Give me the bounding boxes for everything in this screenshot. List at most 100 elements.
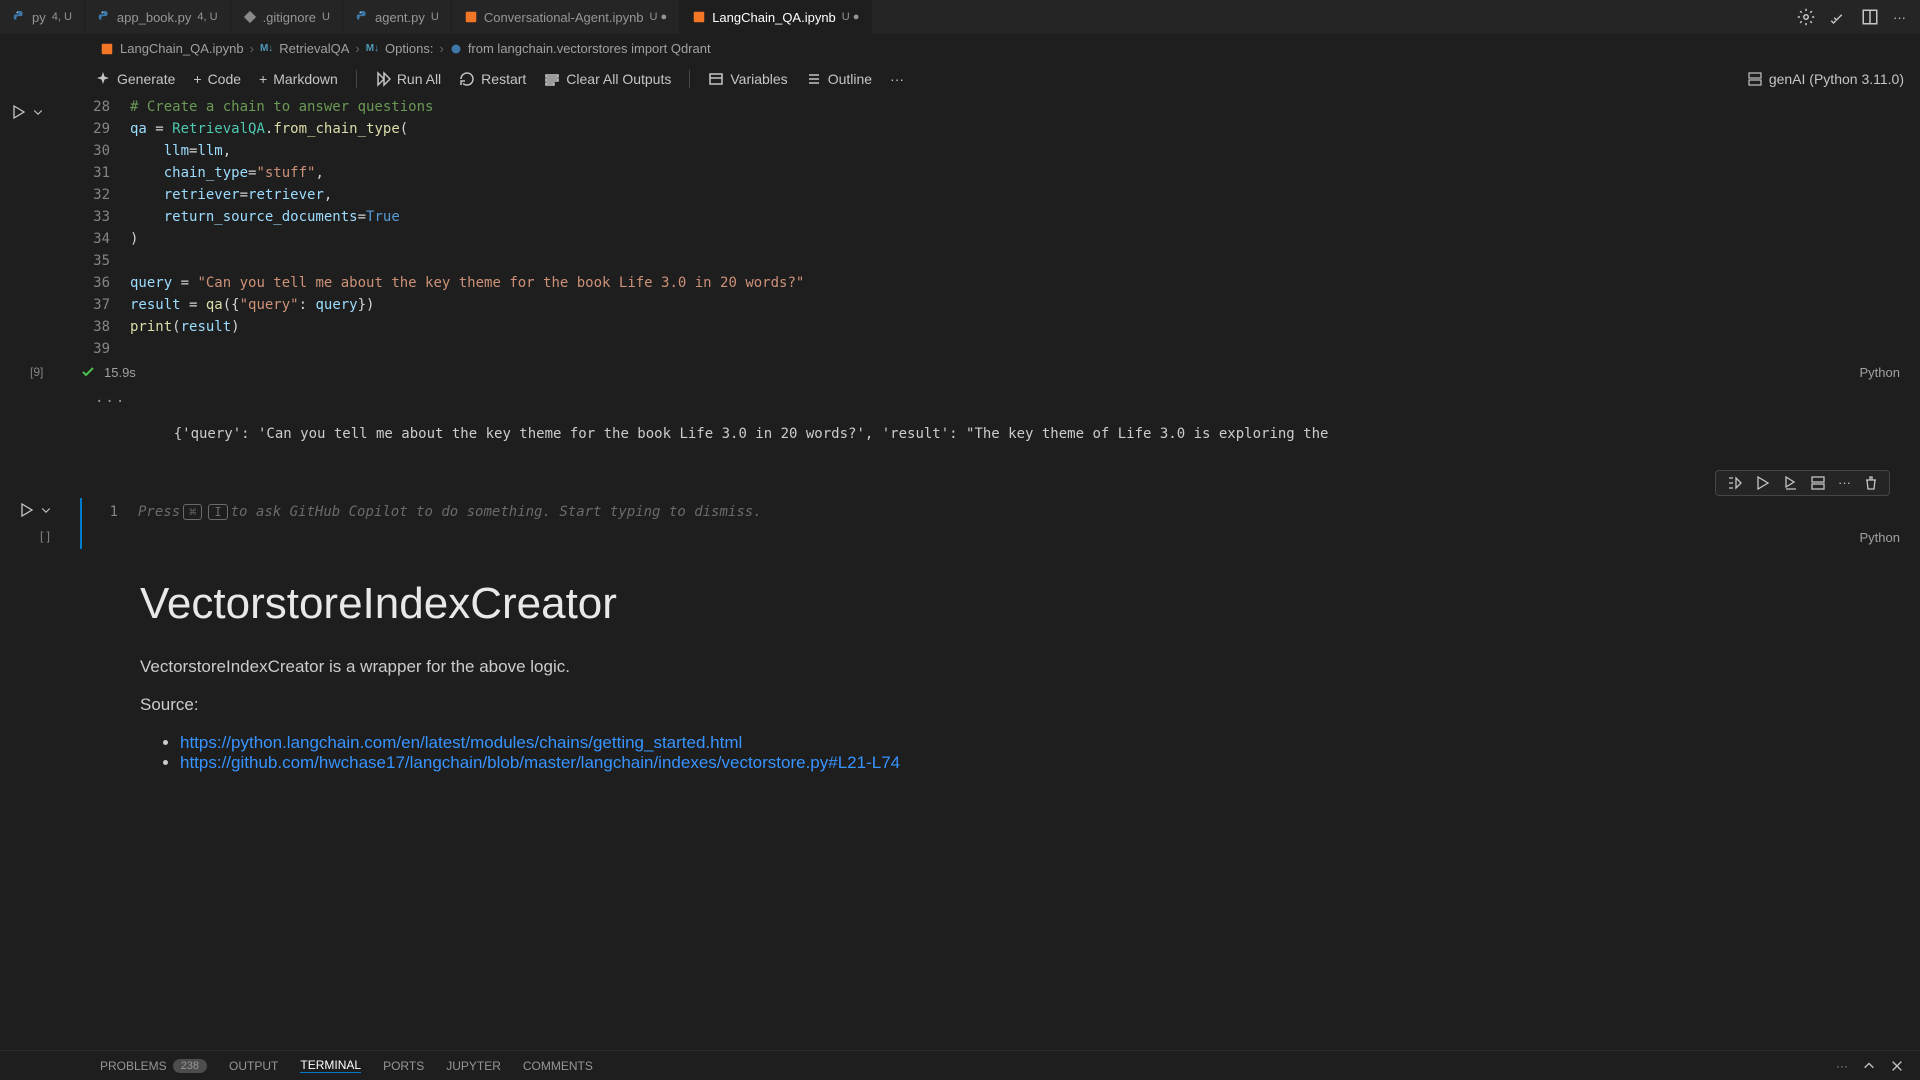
run-all-button[interactable]: Run All [375,71,441,87]
crumb-file[interactable]: LangChain_QA.ipynb [100,41,244,56]
close-icon[interactable] [1890,1059,1904,1073]
panel-tab-comments[interactable]: COMMENTS [523,1059,593,1073]
outline-icon [806,71,822,87]
split-icon[interactable] [1861,8,1879,26]
tab-badge: 4, U [197,11,217,23]
tab-label: py [32,10,46,25]
markdown-source-label: Source: [140,695,1850,715]
tab-badge: U [322,11,330,23]
markdown-paragraph: VectorstoreIndexCreator is a wrapper for… [140,657,1850,677]
tab-gitignore[interactable]: .gitignore U [231,0,343,34]
notebook-body: 28# Create a chain to answer questions29… [0,96,1920,793]
plus-icon: + [259,71,267,87]
panel-tab-ports[interactable]: PORTS [383,1059,424,1073]
outline-button[interactable]: Outline [806,71,872,87]
cell-status-bar: [9] 15.9s Python [80,360,1910,384]
tab-app-book[interactable]: app_book.py 4, U [85,0,231,34]
more-icon[interactable]: ··· [1836,1059,1848,1073]
markdown-cell[interactable]: VectorstoreIndexCreator VectorstoreIndex… [80,549,1910,793]
source-link-1[interactable]: https://python.langchain.com/en/latest/m… [180,733,742,752]
code-editor[interactable]: 28# Create a chain to answer questions29… [80,96,1910,360]
source-link-2[interactable]: https://github.com/hwchase17/langchain/b… [180,753,900,772]
server-icon [1747,71,1763,87]
tab-conversational-agent[interactable]: Conversational-Agent.ipynb U ● [452,0,680,34]
execute-below-icon[interactable] [1782,475,1798,491]
panel-tab-problems[interactable]: PROBLEMS 238 [100,1059,207,1073]
exec-time: 15.9s [104,365,136,380]
notebook-icon [100,42,114,56]
editor-tabs-bar: py 4, U app_book.py 4, U .gitignore U ag… [0,0,1920,35]
kernel-selector[interactable]: genAI (Python 3.11.0) [1747,71,1904,87]
markdown-icon: M↓ [260,43,273,54]
variables-icon [708,71,724,87]
chevron-right-icon: › [250,41,254,56]
sparkle-icon [95,71,111,87]
execute-cell-icon[interactable] [1754,475,1770,491]
generate-button[interactable]: Generate [95,71,175,87]
separator [356,70,357,88]
split-cell-icon[interactable] [1810,475,1826,491]
run-cell-button[interactable] [10,104,26,120]
more-icon[interactable]: ··· [95,394,126,410]
settings-icon[interactable] [1797,8,1815,26]
python-icon [12,10,26,24]
empty-code-cell[interactable]: ··· 1 Press ⌘ I to ask GitHub Copilot to… [80,498,1910,549]
more-icon[interactable]: ··· [1893,8,1906,26]
toolbar-more-button[interactable]: ··· [890,71,904,87]
list-item: https://github.com/hwchase17/langchain/b… [180,753,1850,773]
tab-badge: U ● [650,11,668,23]
tab-label: agent.py [375,10,425,25]
key-i: I [208,504,227,520]
tab-label: app_book.py [117,10,191,25]
chevron-down-icon[interactable] [32,104,44,120]
add-markdown-button[interactable]: + Markdown [259,71,338,87]
tab-badge: U ● [842,11,860,23]
tab-langchain-qa[interactable]: LangChain_QA.ipynb U ● [680,0,872,34]
more-icon[interactable]: ··· [1838,475,1851,491]
copilot-hint: 1 Press ⌘ I to ask GitHub Copilot to do … [88,498,1910,526]
key-cmd: ⌘ [183,504,202,520]
delete-cell-icon[interactable] [1863,475,1879,491]
tab-label: .gitignore [263,10,316,25]
cell-language[interactable]: Python [1860,365,1910,380]
cell-gutter [18,502,52,518]
add-code-button[interactable]: + Code [193,71,241,87]
cell-language[interactable]: Python [1860,530,1910,545]
markdown-link-list: https://python.langchain.com/en/latest/m… [140,733,1850,773]
chevron-up-icon[interactable] [1862,1059,1876,1073]
markdown-icon: M↓ [366,43,379,54]
compare-icon[interactable] [1829,8,1847,26]
restart-button[interactable]: Restart [459,71,526,87]
tab-py[interactable]: py 4, U [0,0,85,34]
check-icon [80,364,96,380]
notebook-icon [692,10,706,24]
problems-badge: 238 [173,1059,207,1073]
cell-output: ··· {'query': 'Can you tell me about the… [80,384,1910,468]
git-icon [243,10,257,24]
tab-agent[interactable]: agent.py U [343,0,452,34]
run-by-line-icon[interactable] [1726,475,1742,491]
clear-outputs-button[interactable]: Clear All Outputs [544,71,671,87]
crumb-import[interactable]: from langchain.vectorstores import Qdran… [450,41,711,56]
exec-count: [9] [30,365,43,379]
list-item: https://python.langchain.com/en/latest/m… [180,733,1850,753]
crumb-options[interactable]: M↓ Options: [366,41,434,56]
run-cell-button[interactable] [18,502,34,518]
tab-badge: 4, U [52,11,72,23]
panel-tab-jupyter[interactable]: JUPYTER [446,1059,501,1073]
plus-icon: + [193,71,201,87]
clear-icon [544,71,560,87]
variables-button[interactable]: Variables [708,71,787,87]
exec-count: [ ] [40,529,50,543]
code-cell[interactable]: 28# Create a chain to answer questions29… [80,96,1910,384]
separator [689,70,690,88]
chevron-right-icon: › [355,41,359,56]
python-icon [450,43,462,55]
panel-tab-terminal[interactable]: TERMINAL [300,1058,361,1073]
markdown-heading: VectorstoreIndexCreator [140,579,1850,629]
chevron-down-icon[interactable] [40,502,52,518]
more-icon: ··· [890,71,904,87]
crumb-retrievalqa[interactable]: M↓ RetrievalQA [260,41,349,56]
panel-tab-output[interactable]: OUTPUT [229,1059,278,1073]
notebook-toolbar: Generate + Code + Markdown Run All Resta… [0,62,1920,96]
